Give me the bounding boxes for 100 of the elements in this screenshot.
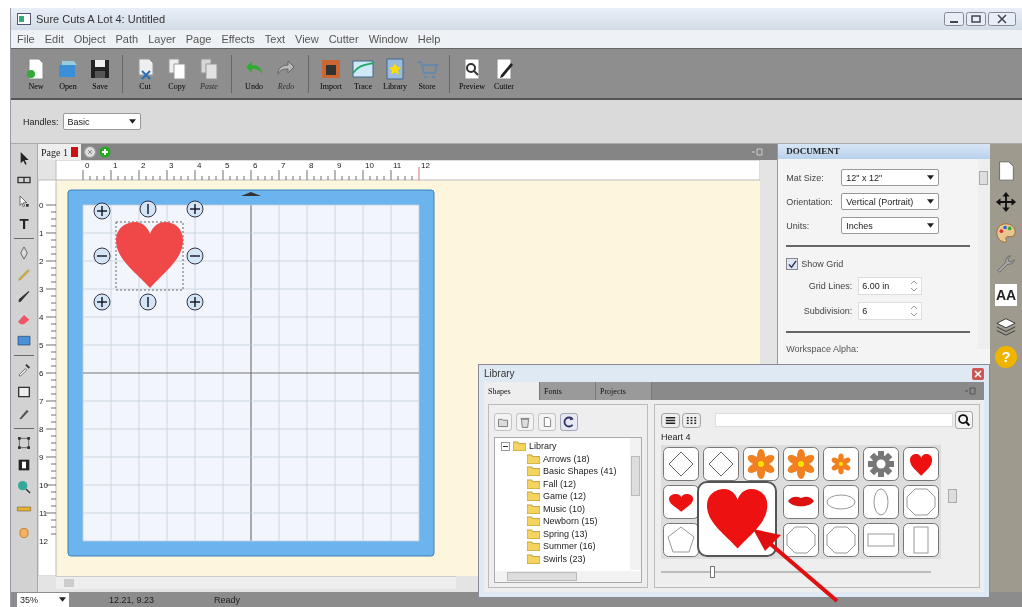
shape-thumbnail[interactable] bbox=[823, 523, 859, 557]
shape-thumbnail[interactable] bbox=[703, 447, 739, 481]
toolbar-button[interactable]: Cutter bbox=[491, 56, 517, 91]
add-page-icon[interactable] bbox=[98, 146, 111, 158]
toolbar-button[interactable]: New bbox=[23, 56, 49, 91]
toolbar-button[interactable]: Cut bbox=[132, 56, 158, 91]
shape-thumbnail[interactable] bbox=[863, 523, 899, 557]
shape-thumbnail[interactable] bbox=[663, 485, 699, 519]
menu-item[interactable]: Window bbox=[368, 33, 408, 45]
tree-item[interactable]: Swirls (23) bbox=[527, 552, 586, 565]
eyedropper-icon[interactable] bbox=[16, 362, 32, 378]
menu-item[interactable]: Path bbox=[115, 33, 139, 45]
collapse-icon[interactable] bbox=[501, 441, 510, 451]
zoom-dropdown[interactable]: 35% bbox=[17, 592, 69, 607]
remove-page-icon[interactable] bbox=[83, 146, 96, 158]
search-icon[interactable] bbox=[955, 411, 973, 429]
list-view-icon[interactable] bbox=[661, 412, 680, 428]
tree-item[interactable]: Newborn (15) bbox=[527, 515, 598, 528]
transform-handle[interactable] bbox=[186, 293, 204, 311]
transform-handle[interactable] bbox=[139, 293, 157, 311]
transform-handle[interactable] bbox=[139, 200, 157, 218]
shape-thumbnail[interactable] bbox=[823, 447, 859, 481]
menu-item[interactable]: Text bbox=[264, 33, 285, 45]
toolbar-button[interactable]: Open bbox=[55, 56, 81, 91]
checkbox[interactable] bbox=[786, 258, 799, 270]
toolbar-button[interactable]: Import bbox=[318, 56, 344, 91]
tree-item[interactable]: Music (10) bbox=[527, 502, 585, 515]
shape-thumbnail[interactable] bbox=[663, 523, 699, 557]
toolbar-button[interactable]: Preview bbox=[459, 56, 485, 91]
menu-item[interactable]: Help bbox=[417, 33, 441, 45]
shape-thumbnail[interactable] bbox=[663, 447, 699, 481]
menu-item[interactable]: View bbox=[295, 33, 319, 45]
shape-thumbnail[interactable] bbox=[903, 485, 939, 519]
toolbar-button[interactable]: Save bbox=[87, 56, 113, 91]
search-field[interactable] bbox=[715, 413, 953, 427]
tree-item[interactable]: Game (12) bbox=[527, 490, 586, 503]
toolbar-button[interactable]: Trace bbox=[350, 56, 376, 91]
menu-item[interactable]: File bbox=[17, 33, 35, 45]
vertical-scrollbar[interactable] bbox=[630, 438, 641, 570]
maximize-icon[interactable] bbox=[966, 12, 986, 26]
delete-icon[interactable] bbox=[516, 413, 534, 431]
spinner-arrows-icon[interactable] bbox=[910, 304, 919, 318]
new-item-icon[interactable] bbox=[538, 413, 556, 431]
text-tool[interactable]: T bbox=[16, 216, 32, 232]
library-tab[interactable]: Projects bbox=[596, 382, 652, 400]
rectangle-tool-icon[interactable] bbox=[16, 333, 32, 349]
grid-view-icon[interactable] bbox=[682, 412, 701, 428]
shape-thumbnail[interactable] bbox=[783, 523, 819, 557]
transform-handle[interactable] bbox=[93, 202, 111, 220]
horizontal-scrollbar[interactable] bbox=[55, 576, 456, 589]
dropdown[interactable]: Vertical (Portrait) bbox=[841, 193, 940, 210]
toolbar-button[interactable]: Store bbox=[414, 56, 440, 91]
toolbar-button[interactable]: Copy bbox=[164, 56, 190, 91]
palette-icon[interactable] bbox=[995, 222, 1017, 244]
tree-item[interactable]: Arrows (18) bbox=[527, 452, 590, 465]
tree-item[interactable]: Library bbox=[501, 440, 557, 453]
shape-thumbnail[interactable] bbox=[863, 447, 899, 481]
minimize-icon[interactable] bbox=[944, 12, 964, 26]
polygon-nodes-icon[interactable] bbox=[16, 435, 32, 451]
shape-thumbnail[interactable] bbox=[743, 447, 779, 481]
horizontal-scrollbar[interactable] bbox=[495, 571, 641, 582]
shape-thumbnail[interactable] bbox=[823, 485, 859, 519]
shape-thumbnail[interactable] bbox=[903, 523, 939, 557]
brush-icon[interactable] bbox=[16, 289, 32, 305]
move-icon[interactable] bbox=[995, 191, 1017, 213]
tree-item[interactable]: Basic Shapes (41) bbox=[527, 465, 617, 478]
tree-item[interactable]: Summer (16) bbox=[527, 540, 596, 553]
transform-handle[interactable] bbox=[186, 200, 204, 218]
spin-field[interactable]: 6 bbox=[858, 302, 923, 320]
dropdown[interactable]: 12" x 12" bbox=[841, 169, 940, 186]
menu-item[interactable]: Object bbox=[73, 33, 106, 45]
layers-icon[interactable] bbox=[995, 315, 1017, 337]
toolbar-button[interactable]: Library bbox=[382, 56, 408, 91]
contour-icon[interactable] bbox=[16, 457, 32, 473]
library-tab[interactable]: Fonts bbox=[540, 382, 596, 400]
tree-item[interactable]: Fall (12) bbox=[527, 477, 576, 490]
library-tab[interactable]: Shapes bbox=[484, 382, 540, 400]
shape-thumbnail[interactable] bbox=[783, 447, 819, 481]
zoom-icon[interactable] bbox=[16, 479, 32, 495]
page-tab[interactable]: Page 1 bbox=[37, 144, 81, 160]
toolbar-button[interactable]: Undo bbox=[241, 56, 267, 91]
shape-thumbnail[interactable] bbox=[783, 485, 819, 519]
square-icon[interactable] bbox=[16, 384, 32, 400]
font-size-icon[interactable]: AA bbox=[995, 284, 1017, 306]
shape-thumbnail[interactable] bbox=[903, 447, 939, 481]
close-icon[interactable] bbox=[988, 12, 1016, 26]
menu-item[interactable]: Edit bbox=[44, 33, 64, 45]
new-folder-icon[interactable] bbox=[494, 413, 512, 431]
node-edit-icon[interactable] bbox=[16, 194, 32, 210]
handles-dropdown[interactable]: Basic bbox=[62, 113, 141, 130]
menu-item[interactable]: Page bbox=[185, 33, 212, 45]
close-icon[interactable] bbox=[972, 367, 984, 380]
vertical-scrollbar[interactable] bbox=[978, 159, 991, 349]
refresh-icon[interactable] bbox=[560, 413, 578, 431]
transform-handle[interactable] bbox=[93, 247, 111, 265]
size-slider[interactable] bbox=[661, 566, 931, 578]
tree-item[interactable]: Spring (13) bbox=[527, 527, 588, 540]
shape-thumbnail[interactable] bbox=[863, 485, 899, 519]
transform-handle[interactable] bbox=[93, 293, 111, 311]
menu-item[interactable]: Effects bbox=[221, 33, 255, 45]
